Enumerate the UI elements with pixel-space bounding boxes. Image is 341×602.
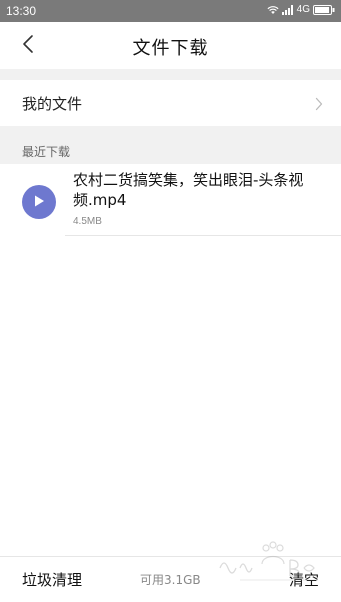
recent-downloads-header: 最近下载 — [0, 126, 341, 164]
file-size: 4.5MB — [73, 216, 102, 227]
section-spacer — [0, 69, 341, 80]
trash-clean-button[interactable]: 垃圾清理 — [22, 569, 82, 590]
status-time: 13:30 — [6, 4, 37, 18]
status-icons: 4G — [267, 4, 335, 15]
file-name: 农村二货搞笑集，笑出眼泪-头条视频.mp4 — [73, 171, 304, 209]
page-title: 文件下载 — [132, 38, 209, 59]
recent-downloads-label: 最近下载 — [22, 145, 71, 159]
chevron-right-icon — [315, 96, 323, 115]
watermark-logo — [210, 540, 330, 584]
my-files-label: 我的文件 — [22, 95, 83, 113]
status-bar: 13:30 4G — [0, 0, 341, 22]
play-icon — [32, 193, 46, 212]
signal-icon — [281, 4, 294, 15]
file-download-screen: 13:30 4G 文件下载 我的文件 最近下载 农村二货搞笑集，笑出眼泪-头条视… — [0, 0, 341, 602]
play-button[interactable] — [22, 185, 56, 219]
my-files-row[interactable]: 我的文件 — [0, 80, 341, 126]
available-storage: 可用3.1GB — [140, 573, 201, 587]
divider — [65, 235, 341, 236]
wifi-icon — [267, 5, 279, 15]
list-item[interactable]: 农村二货搞笑集，笑出眼泪-头条视频.mp4 4.5MB — [0, 164, 341, 236]
network-label: 4G — [296, 4, 310, 15]
header-bar: 文件下载 — [0, 22, 341, 69]
battery-icon — [313, 4, 335, 15]
